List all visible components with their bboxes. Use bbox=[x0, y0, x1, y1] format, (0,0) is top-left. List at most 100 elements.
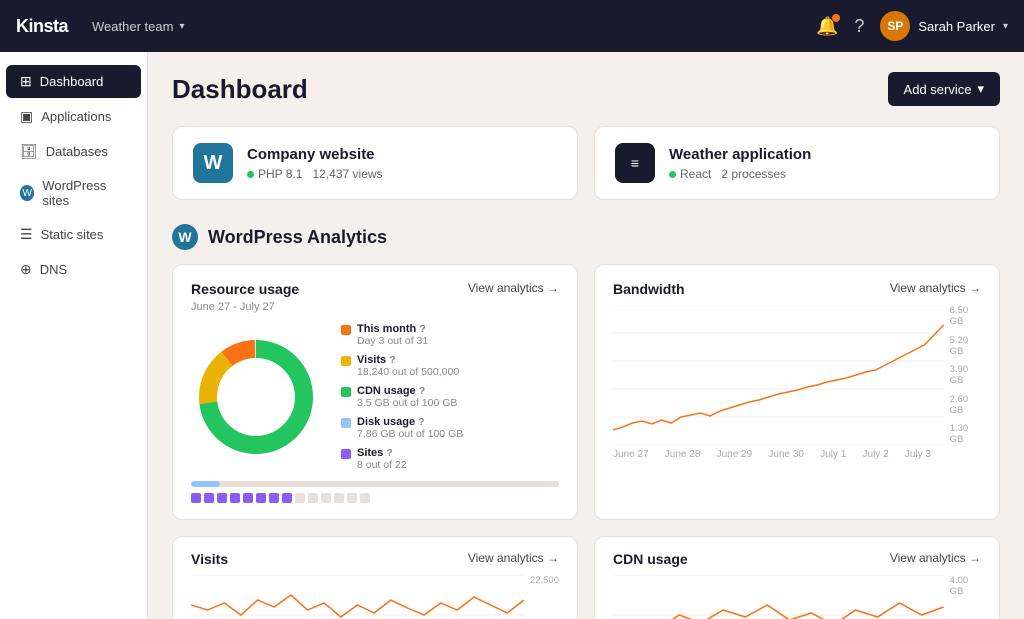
site-dot-13 bbox=[347, 493, 357, 503]
help-icon: ? bbox=[386, 447, 392, 459]
site-dot-7 bbox=[269, 493, 279, 503]
sidebar: ⊞ Dashboard ▣ Applications 🗄 Databases W… bbox=[0, 52, 148, 619]
legend-item-cdn: CDN usage ? 3.5 GB out of 100 GB bbox=[341, 385, 463, 409]
cdn-y-labels: 4.00 GB 3.20 GB bbox=[944, 575, 981, 619]
help-icon: ? bbox=[419, 323, 425, 335]
notification-dot bbox=[832, 14, 840, 22]
sidebar-item-dns[interactable]: ⊕ DNS bbox=[6, 253, 141, 286]
visits-view-analytics[interactable]: View analytics → bbox=[468, 551, 559, 565]
company-website-info: Company website PHP 8.1 12,437 views bbox=[247, 146, 383, 181]
main-content: Dashboard Add service ▾ W Company websit… bbox=[148, 52, 1024, 619]
cdn-header: CDN usage View analytics → bbox=[613, 551, 981, 567]
static-icon: ☰ bbox=[20, 226, 33, 243]
visits-chart-area: 22,500 18,000 bbox=[191, 575, 559, 619]
disk-progress-track bbox=[191, 481, 559, 487]
bandwidth-title: Bandwidth bbox=[613, 281, 685, 297]
sidebar-item-databases[interactable]: 🗄 Databases bbox=[6, 135, 141, 168]
sidebar-item-wordpress[interactable]: W WordPress sites bbox=[6, 170, 141, 216]
bandwidth-x-labels: June 27 June 28 June 29 June 30 July 1 J… bbox=[613, 449, 981, 460]
site-dot-2 bbox=[204, 493, 214, 503]
help-icon: ? bbox=[389, 354, 395, 366]
cdn-svg bbox=[613, 575, 944, 619]
sites-dots bbox=[191, 493, 559, 503]
visits-title: Visits bbox=[191, 551, 228, 567]
bandwidth-header: Bandwidth View analytics → bbox=[613, 281, 981, 297]
site-dot-5 bbox=[243, 493, 253, 503]
visits-header: Visits View analytics → bbox=[191, 551, 559, 567]
sidebar-item-label: DNS bbox=[40, 262, 67, 277]
resource-usage-body: This month ? Day 3 out of 31 Visits ? 18… bbox=[191, 323, 559, 471]
avatar: SP bbox=[880, 11, 910, 41]
cdn-usage-card: CDN usage View analytics → 4.00 GB 3.20 … bbox=[594, 536, 1000, 619]
site-dot-9 bbox=[295, 493, 305, 503]
dashboard-icon: ⊞ bbox=[20, 73, 32, 90]
weather-tech: React bbox=[680, 167, 711, 181]
weather-app-icon: ≡ bbox=[615, 143, 655, 183]
donut-svg bbox=[191, 332, 321, 462]
site-dot-3 bbox=[217, 493, 227, 503]
user-menu[interactable]: SP Sarah Parker ▾ bbox=[880, 11, 1008, 41]
bandwidth-chart-area: 6.50 GB 5.20 GB 3.90 GB 2.60 GB 1.30 GB bbox=[613, 305, 981, 445]
sidebar-item-label: Dashboard bbox=[40, 74, 104, 89]
help-icon: ? bbox=[419, 385, 425, 397]
cdn-title: CDN usage bbox=[613, 551, 688, 567]
site-dot-12 bbox=[334, 493, 344, 503]
charts-grid: Resource usage View analytics → June 27 … bbox=[172, 264, 1000, 520]
cdn-view-analytics[interactable]: View analytics → bbox=[890, 551, 981, 565]
sidebar-item-dashboard[interactable]: ⊞ Dashboard bbox=[6, 65, 141, 98]
disk-progress-fill bbox=[191, 481, 220, 487]
company-website-meta: PHP 8.1 12,437 views bbox=[247, 167, 383, 181]
wordpress-section-header: W WordPress Analytics bbox=[172, 224, 1000, 250]
sidebar-item-applications[interactable]: ▣ Applications bbox=[6, 100, 141, 133]
disk-dot bbox=[341, 418, 351, 428]
company-website-card[interactable]: W Company website PHP 8.1 12,437 views bbox=[172, 126, 578, 200]
site-dot-11 bbox=[321, 493, 331, 503]
company-views: 12,437 views bbox=[312, 167, 382, 181]
wordpress-icon: W bbox=[20, 185, 34, 201]
site-dot-10 bbox=[308, 493, 318, 503]
cdn-chart-area: 4.00 GB 3.20 GB bbox=[613, 575, 981, 619]
weather-app-name: Weather application bbox=[669, 146, 811, 163]
team-selector[interactable]: Weather team ▾ bbox=[92, 19, 184, 34]
sidebar-item-label: WordPress sites bbox=[42, 178, 127, 208]
nav-icons: 🔔 ? SP Sarah Parker ▾ bbox=[816, 11, 1008, 41]
user-chevron-icon: ▾ bbox=[1003, 21, 1008, 32]
legend-item-sites: Sites ? 8 out of 22 bbox=[341, 447, 463, 471]
visits-dot bbox=[341, 356, 351, 366]
visits-y-labels: 22,500 18,000 bbox=[524, 575, 559, 619]
resource-usage-card: Resource usage View analytics → June 27 … bbox=[172, 264, 578, 520]
bandwidth-card: Bandwidth View analytics → bbox=[594, 264, 1000, 520]
resource-legend: This month ? Day 3 out of 31 Visits ? 18… bbox=[341, 323, 463, 471]
help-icon: ? bbox=[418, 416, 424, 428]
notifications-button[interactable]: 🔔 bbox=[816, 16, 838, 37]
site-dot-4 bbox=[230, 493, 240, 503]
bandwidth-y-labels: 6.50 GB 5.20 GB 3.90 GB 2.60 GB 1.30 GB bbox=[944, 305, 981, 445]
weather-app-card[interactable]: ≡ Weather application React 2 processes bbox=[594, 126, 1000, 200]
bottom-charts: Visits View analytics → 22,500 18,000 bbox=[172, 536, 1000, 619]
resource-usage-view-analytics[interactable]: View analytics → bbox=[468, 281, 559, 295]
add-service-chevron-icon: ▾ bbox=[977, 81, 984, 97]
bandwidth-chart-wrapper: 6.50 GB 5.20 GB 3.90 GB 2.60 GB 1.30 GB … bbox=[613, 305, 981, 460]
bandwidth-view-analytics[interactable]: View analytics → bbox=[890, 281, 981, 295]
company-status-dot bbox=[247, 171, 254, 178]
company-website-name: Company website bbox=[247, 146, 383, 163]
weather-status-dot bbox=[669, 171, 676, 178]
legend-item-this-month: This month ? Day 3 out of 31 bbox=[341, 323, 463, 347]
team-name: Weather team bbox=[92, 19, 173, 34]
service-cards: W Company website PHP 8.1 12,437 views ≡… bbox=[172, 126, 1000, 200]
sites-dot bbox=[341, 449, 351, 459]
cdn-dot bbox=[341, 387, 351, 397]
add-service-button[interactable]: Add service ▾ bbox=[888, 72, 1000, 106]
visits-svg bbox=[191, 575, 524, 619]
resource-usage-title: Resource usage bbox=[191, 281, 299, 297]
progress-section bbox=[191, 481, 559, 503]
dns-icon: ⊕ bbox=[20, 261, 32, 278]
team-chevron-icon: ▾ bbox=[179, 21, 184, 32]
page-title: Dashboard bbox=[172, 74, 308, 105]
wordpress-section-icon: W bbox=[172, 224, 198, 250]
databases-icon: 🗄 bbox=[20, 143, 38, 160]
bandwidth-svg bbox=[613, 305, 944, 445]
help-button[interactable]: ? bbox=[854, 16, 864, 37]
weather-app-meta: React 2 processes bbox=[669, 167, 811, 181]
sidebar-item-static[interactable]: ☰ Static sites bbox=[6, 218, 141, 251]
